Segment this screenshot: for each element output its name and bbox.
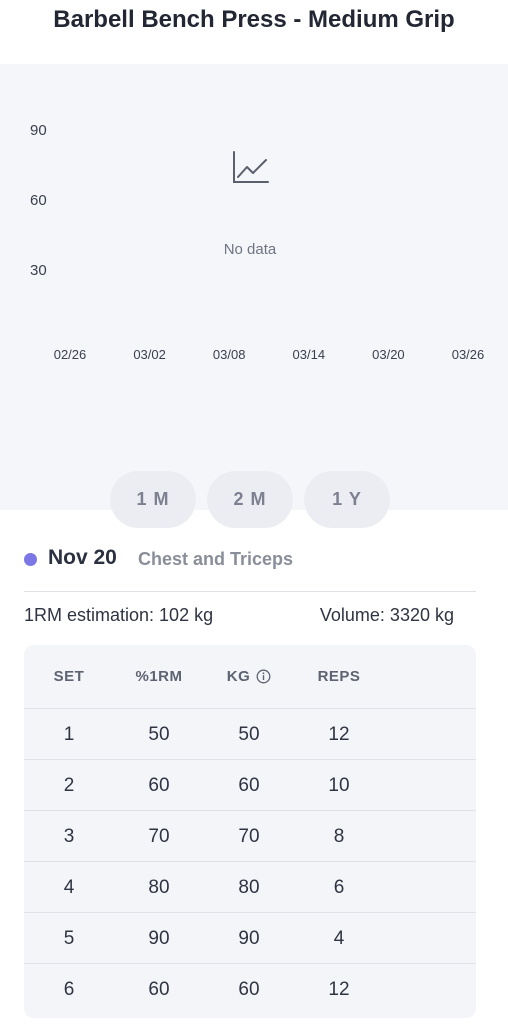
weight-kg: 50 — [238, 723, 260, 745]
x-tick-label: 03/26 — [452, 347, 485, 362]
table-header-row: SET %1RM KG REPS — [24, 645, 476, 708]
page-title: Barbell Bench Press - Medium Grip — [53, 6, 455, 33]
range-2m-button[interactable]: 2 M — [207, 471, 293, 528]
table-row: 2 60 60 10 — [24, 759, 476, 811]
range-1m-button[interactable]: 1 M — [110, 471, 196, 528]
set-number: 6 — [63, 978, 75, 1000]
x-tick-label: 03/02 — [133, 347, 166, 362]
range-1y-button[interactable]: 1 Y — [304, 471, 390, 528]
chart-canvas: No data 90 60 30 02/26 03/02 03/08 03/14 03/20 0… — [30, 122, 485, 362]
percent-1rm: 90 — [148, 927, 170, 949]
x-tick-label: 02/26 — [54, 347, 87, 362]
header-set: SET — [53, 668, 85, 685]
percent-1rm: 70 — [148, 825, 170, 847]
divider — [24, 591, 476, 592]
table-row: 1 50 50 12 — [24, 708, 476, 760]
header-reps: REPS — [317, 668, 361, 685]
table-row: 5 90 90 4 — [24, 912, 476, 964]
reps: 10 — [328, 774, 350, 796]
volume-stat: Volume: 3320 kg — [319, 605, 454, 625]
table-row: 4 80 80 6 — [24, 861, 476, 913]
header-kg: KG — [226, 668, 251, 685]
one-rm-estimation: 1RM estimation: 102 kg — [24, 605, 214, 625]
reps: 8 — [333, 825, 345, 847]
reps: 12 — [328, 723, 350, 745]
session-color-dot — [24, 553, 37, 566]
x-tick-label: 03/20 — [372, 347, 405, 362]
y-tick-label: 30 — [30, 262, 47, 279]
header-percent-1rm: %1RM — [135, 668, 183, 685]
reps: 6 — [333, 876, 345, 898]
weight-kg: 60 — [238, 978, 260, 1000]
session-date: Nov 20 — [48, 546, 117, 569]
no-data-text: No data — [224, 241, 277, 258]
line-chart-icon — [233, 151, 269, 183]
x-tick-label: 03/08 — [213, 347, 246, 362]
session-name: Chest and Triceps — [138, 549, 294, 569]
y-tick-label: 90 — [30, 122, 47, 139]
sets-table: SET %1RM KG REPS 1 50 50 12 2 60 60 10 3… — [24, 645, 476, 1018]
set-number: 1 — [63, 723, 75, 745]
x-tick-label: 03/14 — [293, 347, 326, 362]
set-number: 5 — [63, 927, 75, 949]
reps: 12 — [328, 978, 350, 1000]
header-kg-cell: KG — [204, 645, 294, 708]
weight-kg: 70 — [238, 825, 260, 847]
percent-1rm: 80 — [148, 876, 170, 898]
y-tick-label: 60 — [30, 192, 47, 209]
reps: 4 — [333, 927, 345, 949]
weight-kg: 90 — [238, 927, 260, 949]
session-header[interactable]: Nov 20 Chest and Triceps — [24, 540, 484, 580]
set-number: 2 — [63, 774, 75, 796]
table-row: 6 60 60 12 — [24, 963, 476, 1015]
progress-chart: No data 90 60 30 02/26 03/02 03/08 03/14 03/20 0… — [0, 64, 508, 528]
table-row: 3 70 70 8 — [24, 810, 476, 862]
set-number: 3 — [63, 825, 75, 847]
percent-1rm: 50 — [148, 723, 170, 745]
percent-1rm: 60 — [148, 978, 170, 1000]
info-icon[interactable] — [256, 669, 271, 684]
set-number: 4 — [63, 876, 75, 898]
weight-kg: 60 — [238, 774, 260, 796]
weight-kg: 80 — [238, 876, 260, 898]
percent-1rm: 60 — [148, 774, 170, 796]
